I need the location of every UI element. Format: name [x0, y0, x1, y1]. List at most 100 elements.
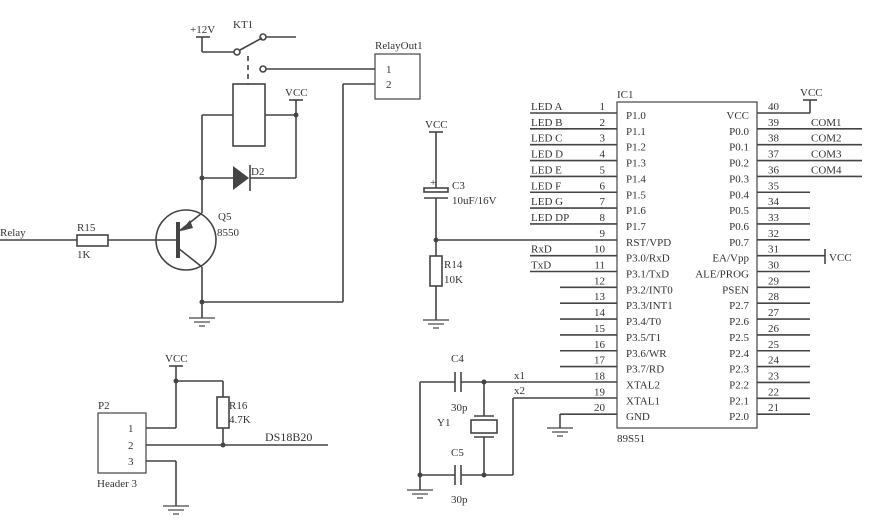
- ic1-pin-number: 40: [768, 101, 780, 113]
- ic1-pin-name: ALE/PROG: [695, 269, 749, 281]
- ic1-pin-number: 28: [768, 291, 780, 303]
- reset-vcc-label: VCC: [425, 119, 448, 131]
- ic1-pin-number: 39: [768, 117, 780, 129]
- ic1-pin-number: 9: [600, 228, 606, 240]
- p2-pin1: 1: [128, 423, 134, 435]
- ic1-pin-number: 22: [768, 386, 779, 398]
- ic1-pin-name: P1.4: [626, 173, 646, 185]
- ic1-pin-number: 1: [600, 101, 606, 113]
- ic1-net-label: COM2: [811, 133, 842, 145]
- ic1-pin-number: 17: [594, 355, 606, 367]
- ic1-pin-number: 36: [768, 164, 780, 176]
- ic1-pin-name: P3.0/RxD: [626, 253, 670, 265]
- c3-value: 10uF/16V: [452, 195, 497, 207]
- ic1-pin-number: 14: [594, 307, 606, 319]
- ic1-pin-name: P1.5: [626, 189, 646, 201]
- ic1-pin-number: 21: [768, 402, 779, 414]
- ic1-part: 89S51: [617, 433, 645, 445]
- ic1-pin-number: 37: [768, 149, 780, 161]
- ic1-pin-name: P2.1: [729, 395, 749, 407]
- ds18b20-net-label: DS18B20: [265, 430, 312, 444]
- ic1-pin-number: 2: [600, 117, 606, 129]
- ic1-pin-name: P3.7/RD: [626, 364, 664, 376]
- r15-value: 1K: [77, 249, 91, 261]
- ic1-net-label: LED G: [531, 196, 563, 208]
- ic1-pin-name: P0.7: [729, 237, 749, 249]
- ic1-pin-name: RST/VPD: [626, 237, 671, 249]
- ic1-pin-number: 3: [600, 133, 606, 145]
- ic1-pin-number: 34: [768, 196, 780, 208]
- ic1-pin-number: 16: [594, 339, 606, 351]
- ic1-pin-name: P1.7: [626, 221, 646, 233]
- ic1-net-label: COM3: [811, 149, 842, 161]
- ic1-pin-name: P2.4: [729, 348, 749, 360]
- kt1-ref: KT1: [233, 19, 253, 31]
- ic1-pin-number: 6: [600, 180, 606, 192]
- ic1-pin-name: GND: [626, 411, 650, 423]
- ic1-pin-name: P1.6: [626, 205, 646, 217]
- ic1-pin-number: 15: [594, 323, 606, 335]
- relayout1-pin2: 2: [386, 79, 392, 91]
- relay-vcc-label: VCC: [285, 87, 308, 99]
- ic1-ref: IC1: [617, 89, 634, 101]
- ic1-net-label: LED B: [531, 117, 562, 129]
- schematic: Relay R15 1K Q5 8550 VCC D2 +12V KT1 Rel…: [0, 19, 862, 515]
- ic1-pin-name: P1.1: [626, 126, 646, 138]
- relayout1-ref: RelayOut1: [375, 40, 423, 52]
- ic1-pin-name: P1.2: [626, 142, 646, 154]
- ic1-pin-number: 4: [600, 149, 606, 161]
- ic1-pin-name: P2.3: [729, 364, 749, 376]
- ic1-pin-name: P2.5: [729, 332, 749, 344]
- ic1-pin-number: 20: [594, 402, 606, 414]
- ic1-pin-number: 33: [768, 212, 780, 224]
- ic1-vcc-top-label: VCC: [800, 87, 823, 99]
- ic1-pin-number: 12: [594, 275, 605, 287]
- relayout1-connector: [374, 53, 421, 100]
- relay-input-label: Relay: [0, 227, 26, 239]
- c4-value: 30p: [451, 402, 468, 414]
- ic1-net-label: LED D: [531, 149, 563, 161]
- ic1-pin-number: 25: [768, 339, 780, 351]
- r16-value: 4.7K: [229, 414, 251, 426]
- ic1-net-label: LED C: [531, 133, 562, 145]
- ic1-net-label: LED DP: [531, 212, 569, 224]
- d2-ref: D2: [251, 166, 264, 178]
- ic1-pin-name: P1.3: [626, 158, 646, 170]
- ic1-pin-name: P0.4: [729, 189, 749, 201]
- r15-resistor: [76, 234, 109, 247]
- ic1-pin-name: P0.1: [729, 142, 749, 154]
- ic1-pin-name: EA/Vpp: [712, 253, 749, 265]
- ic1-microcontroller: IC1 89S51 VCC VCC 1 P1.0 LED A 2 P1.1 LED B 3 P…: [530, 87, 862, 445]
- ic1-pin-name: P2.2: [729, 379, 749, 391]
- ic1-pin-number: 19: [594, 386, 606, 398]
- x2-net-label: x2: [514, 385, 525, 397]
- ic1-pin-number: 30: [768, 260, 780, 272]
- ic1-pin-number: 8: [600, 212, 606, 224]
- c3-ref: C3: [452, 180, 465, 192]
- ic1-pin-name: P3.6/WR: [626, 348, 667, 360]
- ic1-pin-name: P1.0: [626, 110, 646, 122]
- ic1-net-label: RxD: [531, 244, 552, 256]
- supply-12v-label: +12V: [190, 24, 215, 36]
- ic1-pin-number: 31: [768, 244, 779, 256]
- r16-ref: R16: [229, 400, 248, 412]
- ic1-net-label: COM4: [811, 164, 842, 176]
- ic1-pin-name: VCC: [726, 110, 749, 122]
- d2-diode-icon: [233, 165, 251, 191]
- ic1-pin-number: 29: [768, 275, 780, 287]
- p2-pin2: 2: [128, 440, 134, 452]
- sensor-circuit: VCC R16 4.7K P2 Header 3 1 2 3 DS18B20: [97, 353, 328, 515]
- ic1-net-label: LED E: [531, 164, 562, 176]
- ic1-pin-name: P3.4/T0: [626, 316, 662, 328]
- ic1-pin-name: P2.0: [729, 411, 749, 423]
- ic1-net-label: TxD: [531, 260, 551, 272]
- ic1-pin-number: 27: [768, 307, 780, 319]
- ic1-pin-name: P3.3/INT1: [626, 300, 673, 312]
- c5-ref: C5: [451, 447, 464, 459]
- sensor-vcc-label: VCC: [165, 353, 188, 365]
- ic1-pin-number: 10: [594, 244, 606, 256]
- ic1-pin-number: 5: [600, 164, 606, 176]
- ic1-pin-number: 13: [594, 291, 606, 303]
- ic1-pin-name: P0.0: [729, 126, 749, 138]
- ic1-pin-name: P0.3: [729, 173, 749, 185]
